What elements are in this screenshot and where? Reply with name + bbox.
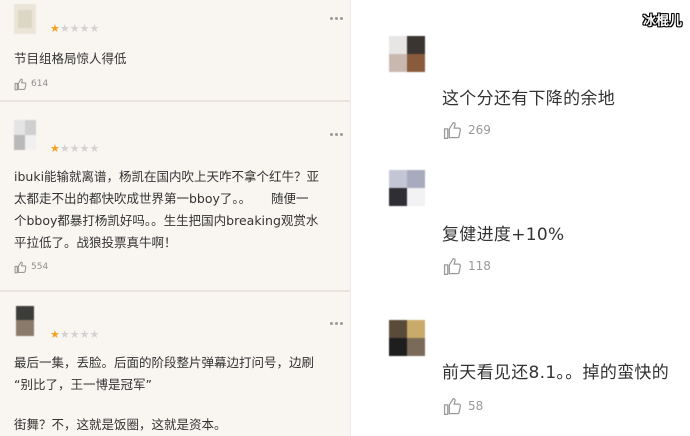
like-count: 269 bbox=[468, 123, 491, 137]
more-dots-icon[interactable] bbox=[330, 133, 344, 137]
like-count: 614 bbox=[31, 79, 49, 89]
user-avatar[interactable] bbox=[14, 120, 36, 150]
review-text-line: 最后一集，丢脸。后面的阶段整片弹幕边打问号，边刷 bbox=[14, 355, 315, 370]
thumbs-up-icon[interactable] bbox=[14, 261, 27, 274]
panel-divider bbox=[350, 0, 351, 436]
star-rating: ★★★★★ bbox=[50, 329, 99, 341]
right-comment-panel: 这个分还有下降的余地 269 复健进度+10% 118 前天看见还8.1。。掉的… bbox=[350, 0, 690, 436]
like-control[interactable]: 58 bbox=[443, 396, 483, 416]
star-icon: ★ bbox=[50, 142, 60, 155]
more-dots-icon[interactable] bbox=[330, 322, 344, 326]
like-control[interactable]: 614 bbox=[14, 76, 48, 92]
user-avatar[interactable] bbox=[389, 170, 425, 206]
review-text-line: 平拉低了。战狼投票真牛啊！ bbox=[14, 235, 177, 250]
like-control[interactable]: 118 bbox=[443, 256, 491, 276]
thumbs-up-icon[interactable] bbox=[443, 397, 462, 416]
comment-text: 前天看见还8.1。。掉的蛮快的 bbox=[442, 363, 670, 383]
review-text-line bbox=[14, 396, 344, 414]
comment-text: 复健进度+10% bbox=[442, 225, 565, 245]
star-rating: ★★★★★ bbox=[50, 23, 99, 35]
review-text-line: ibuki能输就离谱，杨凯在国内吹上天咋不拿个红牛？亚 bbox=[14, 169, 320, 184]
user-avatar[interactable] bbox=[14, 306, 36, 336]
star-rating: ★★★★★ bbox=[50, 143, 99, 155]
review-text-line: 个bboy都暴打杨凯好吗。。生生把国内breaking观赏水 bbox=[14, 213, 319, 228]
review-text-line: 节目组格局惊人得低 bbox=[14, 51, 127, 66]
star-icon: ★★★★ bbox=[59, 22, 100, 35]
divider bbox=[0, 100, 350, 102]
left-review-panel: ★★★★★ 节目组格局惊人得低 614 ★★★★★ ibuki能输就离谱，杨凯在… bbox=[0, 0, 350, 436]
like-count: 58 bbox=[468, 399, 484, 413]
user-avatar[interactable] bbox=[14, 4, 36, 34]
star-icon: ★★★★ bbox=[59, 328, 100, 341]
review-text-line: “别比了，王一博是冠军” bbox=[14, 377, 152, 392]
divider bbox=[0, 290, 350, 292]
review-text-line: 太都走不出的都快吹成世界第一bboy了。。 随便一 bbox=[14, 191, 309, 206]
like-count: 554 bbox=[31, 262, 49, 272]
like-control[interactable]: 554 bbox=[14, 259, 48, 275]
review-text: 节目组格局惊人得低 bbox=[14, 48, 344, 70]
review-text: ibuki能输就离谱，杨凯在国内吹上天咋不拿个红牛？亚 太都走不出的都快吹成世界… bbox=[14, 166, 344, 254]
star-icon: ★ bbox=[50, 22, 60, 35]
review-text: 最后一集，丢脸。后面的阶段整片弹幕边打问号，边刷 “别比了，王一博是冠军” 街舞… bbox=[14, 352, 344, 436]
thumbs-up-icon[interactable] bbox=[443, 257, 462, 276]
watermark: 冰棍儿 bbox=[642, 14, 682, 29]
user-avatar[interactable] bbox=[389, 320, 425, 356]
thumbs-up-icon[interactable] bbox=[443, 121, 462, 140]
star-icon: ★ bbox=[50, 328, 60, 341]
review-text-line: 街舞？不，这就是饭圈，这就是资本。 bbox=[14, 417, 227, 432]
thumbs-up-icon[interactable] bbox=[14, 78, 27, 91]
like-count: 118 bbox=[468, 259, 491, 273]
comment-text: 这个分还有下降的余地 bbox=[442, 89, 615, 109]
more-dots-icon[interactable] bbox=[330, 17, 344, 21]
star-icon: ★★★★ bbox=[59, 142, 100, 155]
user-avatar[interactable] bbox=[389, 36, 425, 72]
like-control[interactable]: 269 bbox=[443, 120, 491, 140]
